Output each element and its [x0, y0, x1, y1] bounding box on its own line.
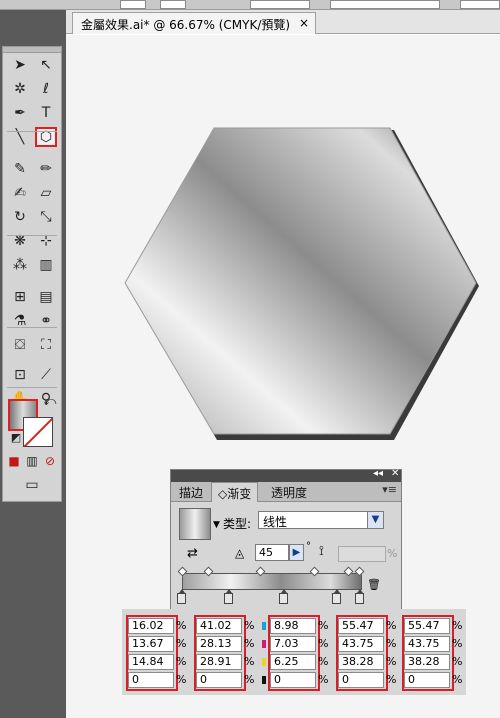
percent-sign: % [318, 673, 329, 686]
swatch-menu-arrow[interactable]: ▼ [213, 520, 220, 530]
stop-2-c-field[interactable]: 41.02 [196, 618, 242, 634]
angle-icon: ◬ [235, 546, 245, 560]
stop-5-m-field[interactable]: 43.75 [404, 636, 450, 652]
trash-icon[interactable]: 🗑 [367, 578, 381, 591]
percent-sign: % [244, 673, 255, 686]
percent-sign: % [452, 655, 463, 668]
stop-2-k-field[interactable]: 0 [196, 672, 242, 688]
percent-sign: % [244, 619, 255, 632]
stop-1-m-field[interactable]: 13.67 [128, 636, 174, 652]
gradient-stop[interactable] [177, 589, 186, 604]
stop-3-y-field[interactable]: 6.25 [270, 654, 316, 670]
percent-sign: % [176, 655, 187, 668]
percent-sign: % [244, 655, 255, 668]
gradient-type-value: 线性 [263, 515, 288, 529]
stop-4-m-field[interactable]: 43.75 [338, 636, 384, 652]
channel-k-swatch [262, 676, 266, 684]
stop-1-y-field[interactable]: 14.84 [128, 654, 174, 670]
gradient-stop[interactable] [279, 589, 288, 604]
stop-4-k-field[interactable]: 0 [338, 672, 384, 688]
channel-c-swatch [262, 622, 266, 630]
channel-m-swatch [262, 640, 266, 648]
stop-4-y-field[interactable]: 38.28 [338, 654, 384, 670]
stop-5-y-field[interactable]: 38.28 [404, 654, 450, 670]
chevron-down-icon[interactable]: ▼ [367, 512, 383, 528]
collapse-icon[interactable]: ◂◂ [373, 468, 383, 479]
stop-4-c-field[interactable]: 55.47 [338, 618, 384, 634]
percent-sign: % [386, 619, 397, 632]
stop-1-c-field[interactable]: 16.02 [128, 618, 174, 634]
degree-sign: ° [306, 541, 311, 552]
stop-1-k-field[interactable]: 0 [128, 672, 174, 688]
percent-sign: % [318, 655, 329, 668]
gradient-stop[interactable] [224, 589, 233, 604]
percent-sign: % [318, 637, 329, 650]
percent-sign: % [386, 655, 397, 668]
reverse-gradient-icon[interactable]: ⇄ [187, 546, 198, 561]
panel-titlebar[interactable]: ◂◂ ✕ [171, 468, 401, 482]
panel-tabs: 描边 ◇渐变 透明度 ▾≡ [171, 482, 401, 502]
gradient-stop[interactable] [332, 589, 341, 604]
tab-transparency[interactable]: 透明度 [265, 482, 313, 502]
percent-sign: % [386, 673, 397, 686]
panel-menu-icon[interactable]: ▾≡ [382, 483, 397, 496]
stop-2-m-field[interactable]: 28.13 [196, 636, 242, 652]
stop-2-y-field[interactable]: 28.91 [196, 654, 242, 670]
close-icon[interactable]: ✕ [391, 468, 399, 479]
location-input[interactable] [338, 546, 386, 562]
type-label: 类型: [223, 517, 252, 531]
location-percent: % [387, 547, 398, 560]
percent-sign: % [452, 619, 463, 632]
percent-sign: % [176, 673, 187, 686]
tab-stroke[interactable]: 描边 [173, 482, 209, 502]
gradient-stop[interactable] [355, 589, 364, 604]
percent-sign: % [318, 619, 329, 632]
percent-sign: % [176, 637, 187, 650]
angle-dropdown-icon[interactable]: ▶ [289, 544, 304, 561]
tab-gradient[interactable]: ◇渐变 [211, 482, 259, 502]
stop-3-k-field[interactable]: 0 [270, 672, 316, 688]
gradient-type-select[interactable]: 线性 ▼ [258, 511, 384, 529]
stop-5-c-field[interactable]: 55.47 [404, 618, 450, 634]
stop-3-c-field[interactable]: 8.98 [270, 618, 316, 634]
location-icon: ⟟ [319, 544, 324, 559]
percent-sign: % [452, 637, 463, 650]
channel-y-swatch [262, 658, 266, 666]
stop-5-k-field[interactable]: 0 [404, 672, 450, 688]
percent-sign: % [176, 619, 187, 632]
percent-sign: % [244, 637, 255, 650]
gradient-swatch[interactable] [179, 508, 211, 540]
percent-sign: % [452, 673, 463, 686]
angle-input[interactable]: 45 [255, 544, 289, 561]
stop-3-m-field[interactable]: 7.03 [270, 636, 316, 652]
percent-sign: % [386, 637, 397, 650]
